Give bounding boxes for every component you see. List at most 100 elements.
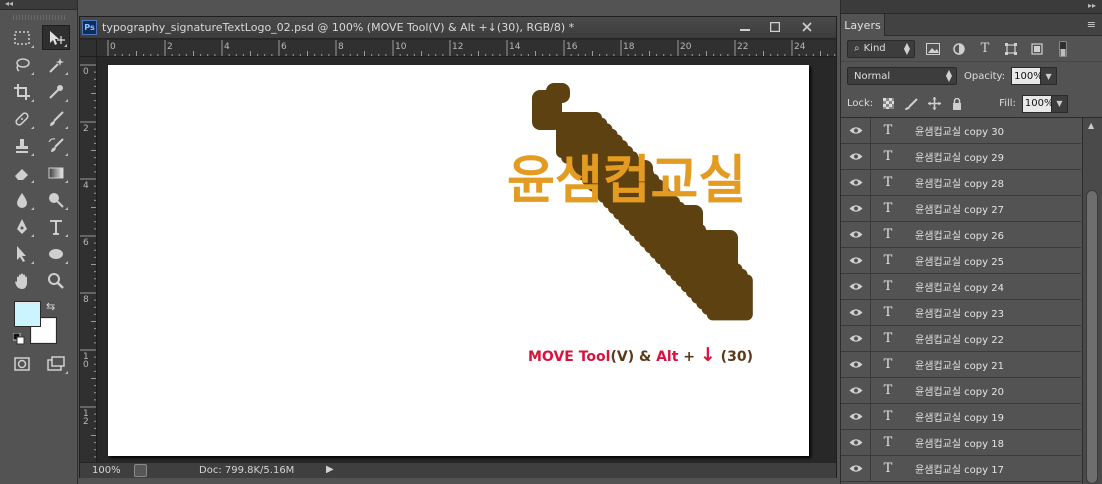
- layer-row[interactable]: T 윤샘컵교실 copy 24: [841, 274, 1081, 300]
- lock-pixels-icon[interactable]: [903, 96, 919, 112]
- fill-field[interactable]: 100%: [1021, 94, 1054, 113]
- pixel-filter-icon[interactable]: [925, 41, 941, 57]
- close-button[interactable]: [793, 18, 821, 36]
- eraser-tool-icon[interactable]: [8, 160, 36, 185]
- visibility-eye-icon[interactable]: [841, 170, 871, 195]
- scrollbar-thumb[interactable]: [1086, 190, 1098, 484]
- lock-position-icon[interactable]: [926, 96, 942, 112]
- document-titlebar[interactable]: Ps typography_signatureTextLogo_02.psd @…: [80, 17, 836, 39]
- layer-row[interactable]: T 윤샘컵교실 copy 30: [841, 118, 1081, 144]
- move-tool-icon[interactable]: [42, 25, 70, 50]
- adjustment-filter-icon[interactable]: [951, 41, 967, 57]
- zoom-tool-icon[interactable]: [42, 268, 70, 293]
- layer-name[interactable]: 윤샘컵교실 copy 26: [915, 227, 1004, 242]
- type-filter-icon[interactable]: T: [977, 41, 993, 57]
- status-info-icon[interactable]: [134, 464, 147, 477]
- smart-object-filter-icon[interactable]: [1029, 41, 1045, 57]
- vertical-ruler[interactable]: 024681012: [80, 57, 97, 462]
- layer-row[interactable]: T 윤샘컵교실 copy 20: [841, 378, 1081, 404]
- minimize-button[interactable]: [731, 18, 759, 36]
- path-selection-tool-icon[interactable]: [8, 241, 36, 266]
- lock-transparency-icon[interactable]: [880, 96, 896, 112]
- hand-tool-icon[interactable]: [8, 268, 36, 293]
- history-brush-tool-icon[interactable]: [42, 133, 70, 158]
- blur-tool-icon[interactable]: [8, 187, 36, 212]
- panel-menu-icon[interactable]: ≡: [1087, 18, 1096, 31]
- visibility-eye-icon[interactable]: [841, 378, 871, 403]
- layer-name[interactable]: 윤샘컵교실 copy 30: [915, 123, 1004, 138]
- visibility-eye-icon[interactable]: [841, 326, 871, 351]
- visibility-eye-icon[interactable]: [841, 404, 871, 429]
- foreground-color-swatch[interactable]: [15, 302, 40, 326]
- type-tool-icon[interactable]: [42, 214, 70, 239]
- layer-name[interactable]: 윤샘컵교실 copy 27: [915, 201, 1004, 216]
- scroll-up-icon[interactable]: ▲: [1088, 121, 1094, 130]
- ellipse-tool-icon[interactable]: [42, 241, 70, 266]
- layer-name[interactable]: 윤샘컵교실 copy 22: [915, 331, 1004, 346]
- pen-tool-icon[interactable]: [8, 214, 36, 239]
- layer-row[interactable]: T 윤샘컵교실 copy 17: [841, 456, 1081, 482]
- lasso-tool-icon[interactable]: [8, 52, 36, 77]
- layer-name[interactable]: 윤샘컵교실 copy 20: [915, 383, 1004, 398]
- blend-mode-select[interactable]: Normal ▲ ▼: [847, 67, 957, 85]
- layer-row[interactable]: T 윤샘컵교실 copy 21: [841, 352, 1081, 378]
- layer-row[interactable]: T 윤샘컵교실 copy 25: [841, 248, 1081, 274]
- healing-brush-tool-icon[interactable]: [8, 106, 36, 131]
- filter-kind-select[interactable]: ⌕ Kind ▲ ▼: [847, 39, 915, 58]
- brush-tool-icon[interactable]: [42, 106, 70, 131]
- ruler-origin[interactable]: [80, 40, 97, 57]
- crop-tool-icon[interactable]: [8, 79, 36, 104]
- collapse-panel-icon[interactable]: ▸▸: [1088, 1, 1096, 10]
- tools-grip[interactable]: [0, 10, 77, 24]
- layer-row[interactable]: T 윤샘컵교실 copy 18: [841, 430, 1081, 456]
- visibility-eye-icon[interactable]: [841, 300, 871, 325]
- layer-row[interactable]: T 윤샘컵교실 copy 22: [841, 326, 1081, 352]
- layer-name[interactable]: 윤샘컵교실 copy 28: [915, 175, 1004, 190]
- visibility-eye-icon[interactable]: [841, 118, 871, 143]
- opacity-field[interactable]: 100%: [1011, 67, 1043, 85]
- marquee-tool-icon[interactable]: [8, 25, 36, 50]
- filter-toggle-icon[interactable]: [1055, 40, 1071, 57]
- layers-scrollbar[interactable]: ▲: [1082, 118, 1102, 484]
- quick-mask-icon[interactable]: [8, 351, 36, 376]
- layer-name[interactable]: 윤샘컵교실 copy 21: [915, 357, 1004, 372]
- layer-name[interactable]: 윤샘컵교실 copy 25: [915, 253, 1004, 268]
- eyedropper-tool-icon[interactable]: [42, 79, 70, 104]
- horizontal-ruler[interactable]: 0 2 4 6 8 10 12 14 16 18 20 22 24: [97, 40, 836, 57]
- visibility-eye-icon[interactable]: [841, 248, 871, 273]
- layer-row[interactable]: T 윤샘컵교실 copy 28: [841, 170, 1081, 196]
- layer-name[interactable]: 윤샘컵교실 copy 24: [915, 279, 1004, 294]
- tab-layers[interactable]: Layers: [841, 14, 885, 36]
- visibility-eye-icon[interactable]: [841, 196, 871, 221]
- visibility-eye-icon[interactable]: [841, 430, 871, 455]
- layer-name[interactable]: 윤샘컵교실 copy 29: [915, 149, 1004, 164]
- gradient-tool-icon[interactable]: [42, 160, 70, 185]
- zoom-level-field[interactable]: 100%: [80, 465, 122, 476]
- default-colors-icon[interactable]: [13, 333, 25, 345]
- maximize-button[interactable]: [761, 18, 789, 36]
- visibility-eye-icon[interactable]: [841, 352, 871, 377]
- visibility-eye-icon[interactable]: [841, 456, 871, 481]
- visibility-eye-icon[interactable]: [841, 144, 871, 169]
- collapse-tools-icon[interactable]: ◂◂: [5, 0, 13, 9]
- layer-row[interactable]: T 윤샘컵교실 copy 27: [841, 196, 1081, 222]
- screen-mode-icon[interactable]: [42, 351, 70, 376]
- layer-name[interactable]: 윤샘컵교실 copy 19: [915, 409, 1004, 424]
- layer-name[interactable]: 윤샘컵교실 copy 23: [915, 305, 1004, 320]
- magic-wand-tool-icon[interactable]: [42, 52, 70, 77]
- swap-colors-icon[interactable]: ⇆: [46, 300, 55, 313]
- opacity-dropdown-icon[interactable]: ▼: [1041, 67, 1058, 85]
- layer-name[interactable]: 윤샘컵교실 copy 18: [915, 435, 1004, 450]
- dodge-tool-icon[interactable]: [42, 187, 70, 212]
- layer-row[interactable]: T 윤샘컵교실 copy 29: [841, 144, 1081, 170]
- fill-dropdown-icon[interactable]: ▼: [1051, 94, 1068, 113]
- layer-name[interactable]: 윤샘컵교실 copy 17: [915, 461, 1004, 476]
- visibility-eye-icon[interactable]: [841, 274, 871, 299]
- layer-row[interactable]: T 윤샘컵교실 copy 23: [841, 300, 1081, 326]
- layer-row[interactable]: T 윤샘컵교실 copy 26: [841, 222, 1081, 248]
- layer-row[interactable]: T 윤샘컵교실 copy 19: [841, 404, 1081, 430]
- lock-all-icon[interactable]: [949, 96, 965, 112]
- document-canvas[interactable]: 윤샘컵교실 MOVE Tool(V) & Alt + ↓ (30): [108, 65, 809, 456]
- clone-stamp-tool-icon[interactable]: [8, 133, 36, 158]
- shape-filter-icon[interactable]: [1003, 41, 1019, 57]
